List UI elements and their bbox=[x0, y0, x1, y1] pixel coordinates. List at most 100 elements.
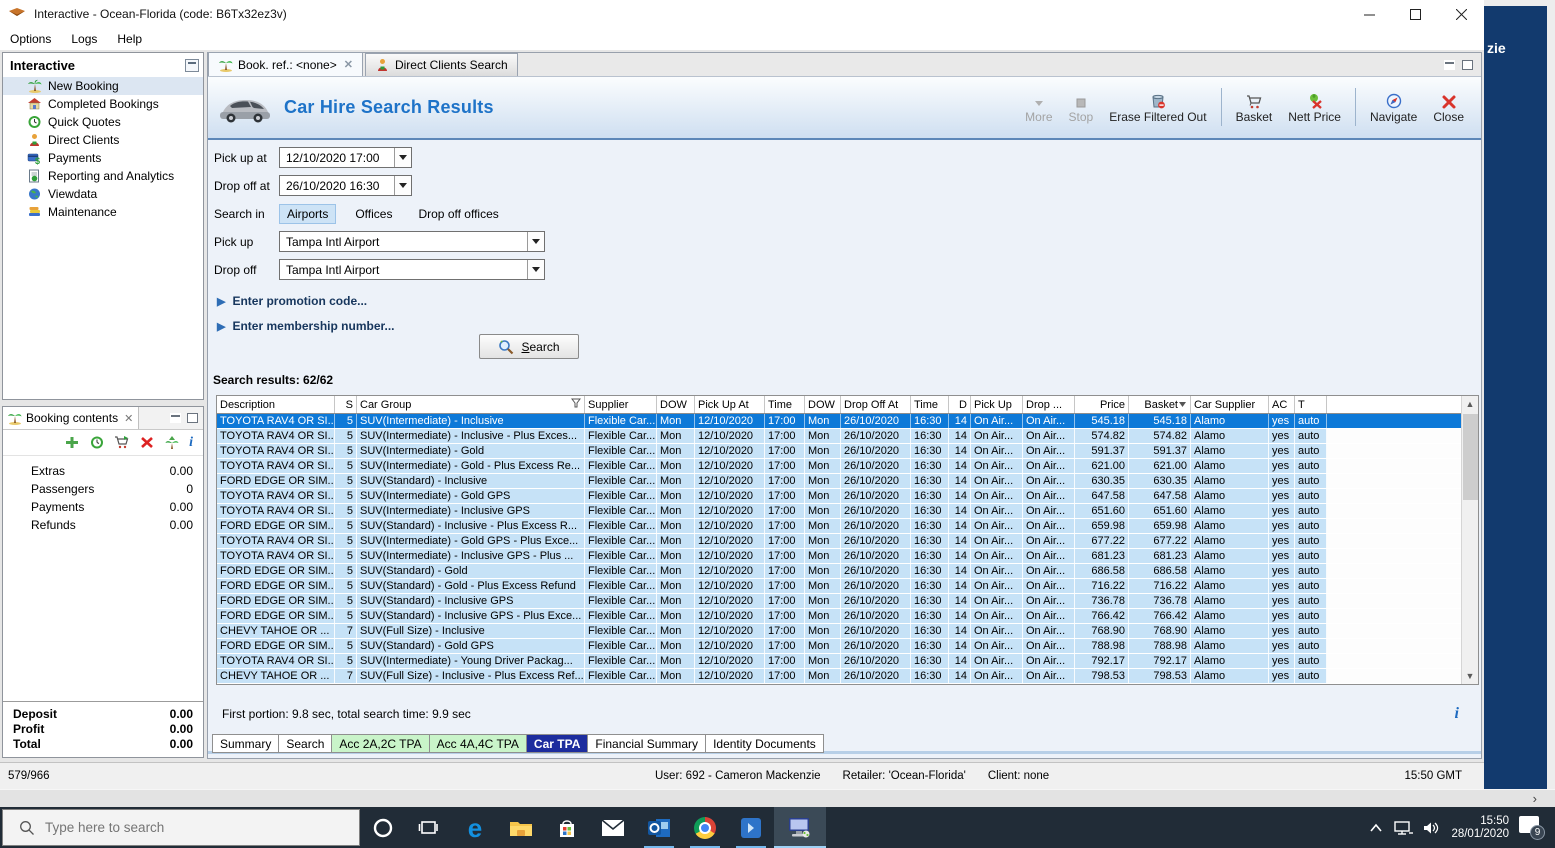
panel-maximize-icon[interactable] bbox=[187, 413, 198, 423]
panel-minimize-icon[interactable] bbox=[170, 413, 181, 423]
sidebar-item-maintenance[interactable]: Maintenance bbox=[3, 203, 203, 221]
table-row[interactable]: TOYOTA RAV4 OR SI...5SUV(Intermediate) -… bbox=[217, 534, 1461, 549]
network-icon[interactable] bbox=[1393, 820, 1413, 836]
column-header-dropoff_date[interactable]: Drop Off At bbox=[841, 396, 911, 413]
table-row[interactable]: TOYOTA RAV4 OR SI...5SUV(Intermediate) -… bbox=[217, 489, 1461, 504]
column-header-ac[interactable]: AC bbox=[1269, 396, 1295, 413]
taskbar-cortana-button[interactable] bbox=[360, 807, 406, 848]
tab-car-tpa[interactable]: Car TPA bbox=[527, 734, 588, 753]
add-icon[interactable] bbox=[64, 435, 80, 450]
table-row[interactable]: FORD EDGE OR SIM...5SUV(Standard) - Gold… bbox=[217, 639, 1461, 654]
table-row[interactable]: TOYOTA RAV4 OR SI...5SUV(Intermediate) -… bbox=[217, 429, 1461, 444]
column-header-dropoff_loc[interactable]: Drop ... bbox=[1023, 396, 1075, 413]
taskbar-search-input[interactable] bbox=[45, 820, 325, 835]
promotion-code-expander[interactable]: ▶ Enter promotion code... bbox=[217, 293, 1481, 309]
column-header-dropoff_time[interactable]: Time bbox=[911, 396, 949, 413]
taskbar-edge-icon[interactable]: e bbox=[452, 807, 498, 848]
chevron-down-icon[interactable] bbox=[394, 148, 411, 167]
scroll-right-icon[interactable]: › bbox=[1533, 791, 1537, 806]
table-row[interactable]: TOYOTA RAV4 OR SI...5SUV(Intermediate) -… bbox=[217, 414, 1461, 429]
taskbar-remote-desktop-icon[interactable] bbox=[774, 807, 826, 848]
column-header-t[interactable]: T bbox=[1295, 396, 1327, 413]
search-in-airports[interactable]: Airports bbox=[279, 204, 336, 224]
tab-booking-ref[interactable]: Book. ref.: <none> ✕ bbox=[208, 52, 363, 76]
filter-icon[interactable] bbox=[571, 397, 581, 413]
sidebar-collapse-button[interactable] bbox=[185, 59, 199, 72]
close-window-button[interactable] bbox=[1438, 0, 1484, 28]
menu-logs[interactable]: Logs bbox=[61, 30, 107, 48]
column-header-pickup_loc[interactable]: Pick Up bbox=[971, 396, 1023, 413]
pickup-location-combobox[interactable]: Tampa Intl Airport bbox=[279, 231, 545, 252]
search-in-dropoff-offices[interactable]: Drop off offices bbox=[411, 205, 505, 223]
search-in-offices[interactable]: Offices bbox=[348, 205, 399, 223]
info-icon[interactable]: i bbox=[1455, 705, 1459, 723]
table-row[interactable]: CHEVY TAHOE OR ...7SUV(Full Size) - Incl… bbox=[217, 669, 1461, 684]
menu-help[interactable]: Help bbox=[107, 30, 152, 48]
table-row[interactable]: FORD EDGE OR SIM...5SUV(Standard) - Incl… bbox=[217, 519, 1461, 534]
table-row[interactable]: CHEVY TAHOE OR ...7SUV(Full Size) - Incl… bbox=[217, 624, 1461, 639]
scroll-up-icon[interactable]: ▲ bbox=[1462, 396, 1478, 412]
table-row[interactable]: TOYOTA RAV4 OR SI...5SUV(Intermediate) -… bbox=[217, 444, 1461, 459]
column-header-price[interactable]: Price bbox=[1075, 396, 1129, 413]
sidebar-item-viewdata[interactable]: Viewdata bbox=[3, 185, 203, 203]
maximize-button[interactable] bbox=[1392, 0, 1438, 28]
sidebar-item-direct-clients[interactable]: Direct Clients bbox=[3, 131, 203, 149]
column-header-basket[interactable]: Basket bbox=[1129, 396, 1191, 413]
column-header-dow_pickup[interactable]: DOW bbox=[657, 396, 695, 413]
close-panel-icon[interactable]: ✕ bbox=[124, 412, 133, 425]
erase-filtered-out-button[interactable]: Erase Filtered Out bbox=[1102, 89, 1213, 128]
dropoff-at-combobox[interactable]: 26/10/2020 16:30 bbox=[279, 175, 412, 196]
tab-acc-2a2c-tpa[interactable]: Acc 2A,2C TPA bbox=[332, 734, 429, 753]
table-row[interactable]: FORD EDGE OR SIM...5SUV(Standard) - Incl… bbox=[217, 594, 1461, 609]
chevron-down-icon[interactable] bbox=[527, 232, 544, 251]
taskbar-explorer-icon[interactable] bbox=[498, 807, 544, 848]
tray-clock[interactable]: 15:50 28/01/2020 bbox=[1451, 815, 1509, 841]
refresh-quote-icon[interactable] bbox=[89, 435, 105, 450]
table-row[interactable]: TOYOTA RAV4 OR SI...5SUV(Intermediate) -… bbox=[217, 549, 1461, 564]
table-row[interactable]: FORD EDGE OR SIM...5SUV(Standard) - Incl… bbox=[217, 609, 1461, 624]
tab-financial-summary[interactable]: Financial Summary bbox=[588, 734, 706, 753]
table-row[interactable]: FORD EDGE OR SIM...5SUV(Standard) - Gold… bbox=[217, 564, 1461, 579]
taskbar-chrome-icon[interactable] bbox=[682, 807, 728, 848]
delete-icon[interactable] bbox=[139, 435, 155, 450]
scrollbar-thumb[interactable] bbox=[1463, 414, 1478, 500]
booking-contents-tab[interactable]: Booking contents ✕ bbox=[3, 407, 139, 429]
palm-up-icon[interactable] bbox=[164, 435, 180, 450]
basket-move-icon[interactable] bbox=[114, 435, 130, 450]
taskbar-taskview-button[interactable] bbox=[406, 807, 452, 848]
tab-close-icon[interactable]: ✕ bbox=[344, 58, 353, 71]
menu-options[interactable]: Options bbox=[0, 30, 61, 48]
chevron-down-icon[interactable] bbox=[527, 260, 544, 279]
table-row[interactable]: FORD EDGE OR SIM...5SUV(Standard) - Incl… bbox=[217, 474, 1461, 489]
pickup-at-combobox[interactable]: 12/10/2020 17:00 bbox=[279, 147, 412, 168]
taskbar-outlook-icon[interactable] bbox=[636, 807, 682, 848]
taskbar-mail-icon[interactable] bbox=[590, 807, 636, 848]
navigate-button[interactable]: Navigate bbox=[1363, 89, 1424, 128]
table-row[interactable]: TOYOTA RAV4 OR SI...5SUV(Intermediate) -… bbox=[217, 654, 1461, 669]
scroll-down-icon[interactable]: ▼ bbox=[1462, 668, 1478, 684]
tab-acc-4a4c-tpa[interactable]: Acc 4A,4C TPA bbox=[430, 734, 527, 753]
search-button[interactable]: Search bbox=[479, 334, 579, 359]
child-minimize-icon[interactable] bbox=[1444, 60, 1455, 70]
nett-price-button[interactable]: Nett Price bbox=[1281, 89, 1348, 128]
sidebar-item-quick-quotes[interactable]: Quick Quotes bbox=[3, 113, 203, 131]
column-header-pickup_time[interactable]: Time bbox=[765, 396, 805, 413]
close-view-button[interactable]: Close bbox=[1426, 89, 1471, 128]
column-header-days[interactable]: D bbox=[949, 396, 971, 413]
tab-identity-documents[interactable]: Identity Documents bbox=[706, 734, 824, 753]
horizontal-scrollbar[interactable]: › bbox=[0, 789, 1555, 807]
sidebar-item-payments[interactable]: $ Payments bbox=[3, 149, 203, 167]
sidebar-item-reporting[interactable]: Reporting and Analytics bbox=[3, 167, 203, 185]
column-header-supplier[interactable]: Supplier bbox=[585, 396, 657, 413]
taskbar-store-icon[interactable] bbox=[544, 807, 590, 848]
info-icon[interactable]: i bbox=[189, 435, 193, 451]
column-header-car_supplier[interactable]: Car Supplier bbox=[1191, 396, 1269, 413]
more-button[interactable]: More bbox=[1018, 89, 1059, 128]
table-row[interactable]: FORD EDGE OR SIM...5SUV(Standard) - Gold… bbox=[217, 579, 1461, 594]
column-header-seats[interactable]: S bbox=[335, 396, 357, 413]
tray-chevron-up-icon[interactable] bbox=[1369, 823, 1383, 833]
sidebar-item-completed-bookings[interactable]: Completed Bookings bbox=[3, 95, 203, 113]
notification-center-icon[interactable]: 9 bbox=[1519, 816, 1545, 840]
dropoff-location-combobox[interactable]: Tampa Intl Airport bbox=[279, 259, 545, 280]
stop-button[interactable]: Stop bbox=[1062, 89, 1101, 128]
